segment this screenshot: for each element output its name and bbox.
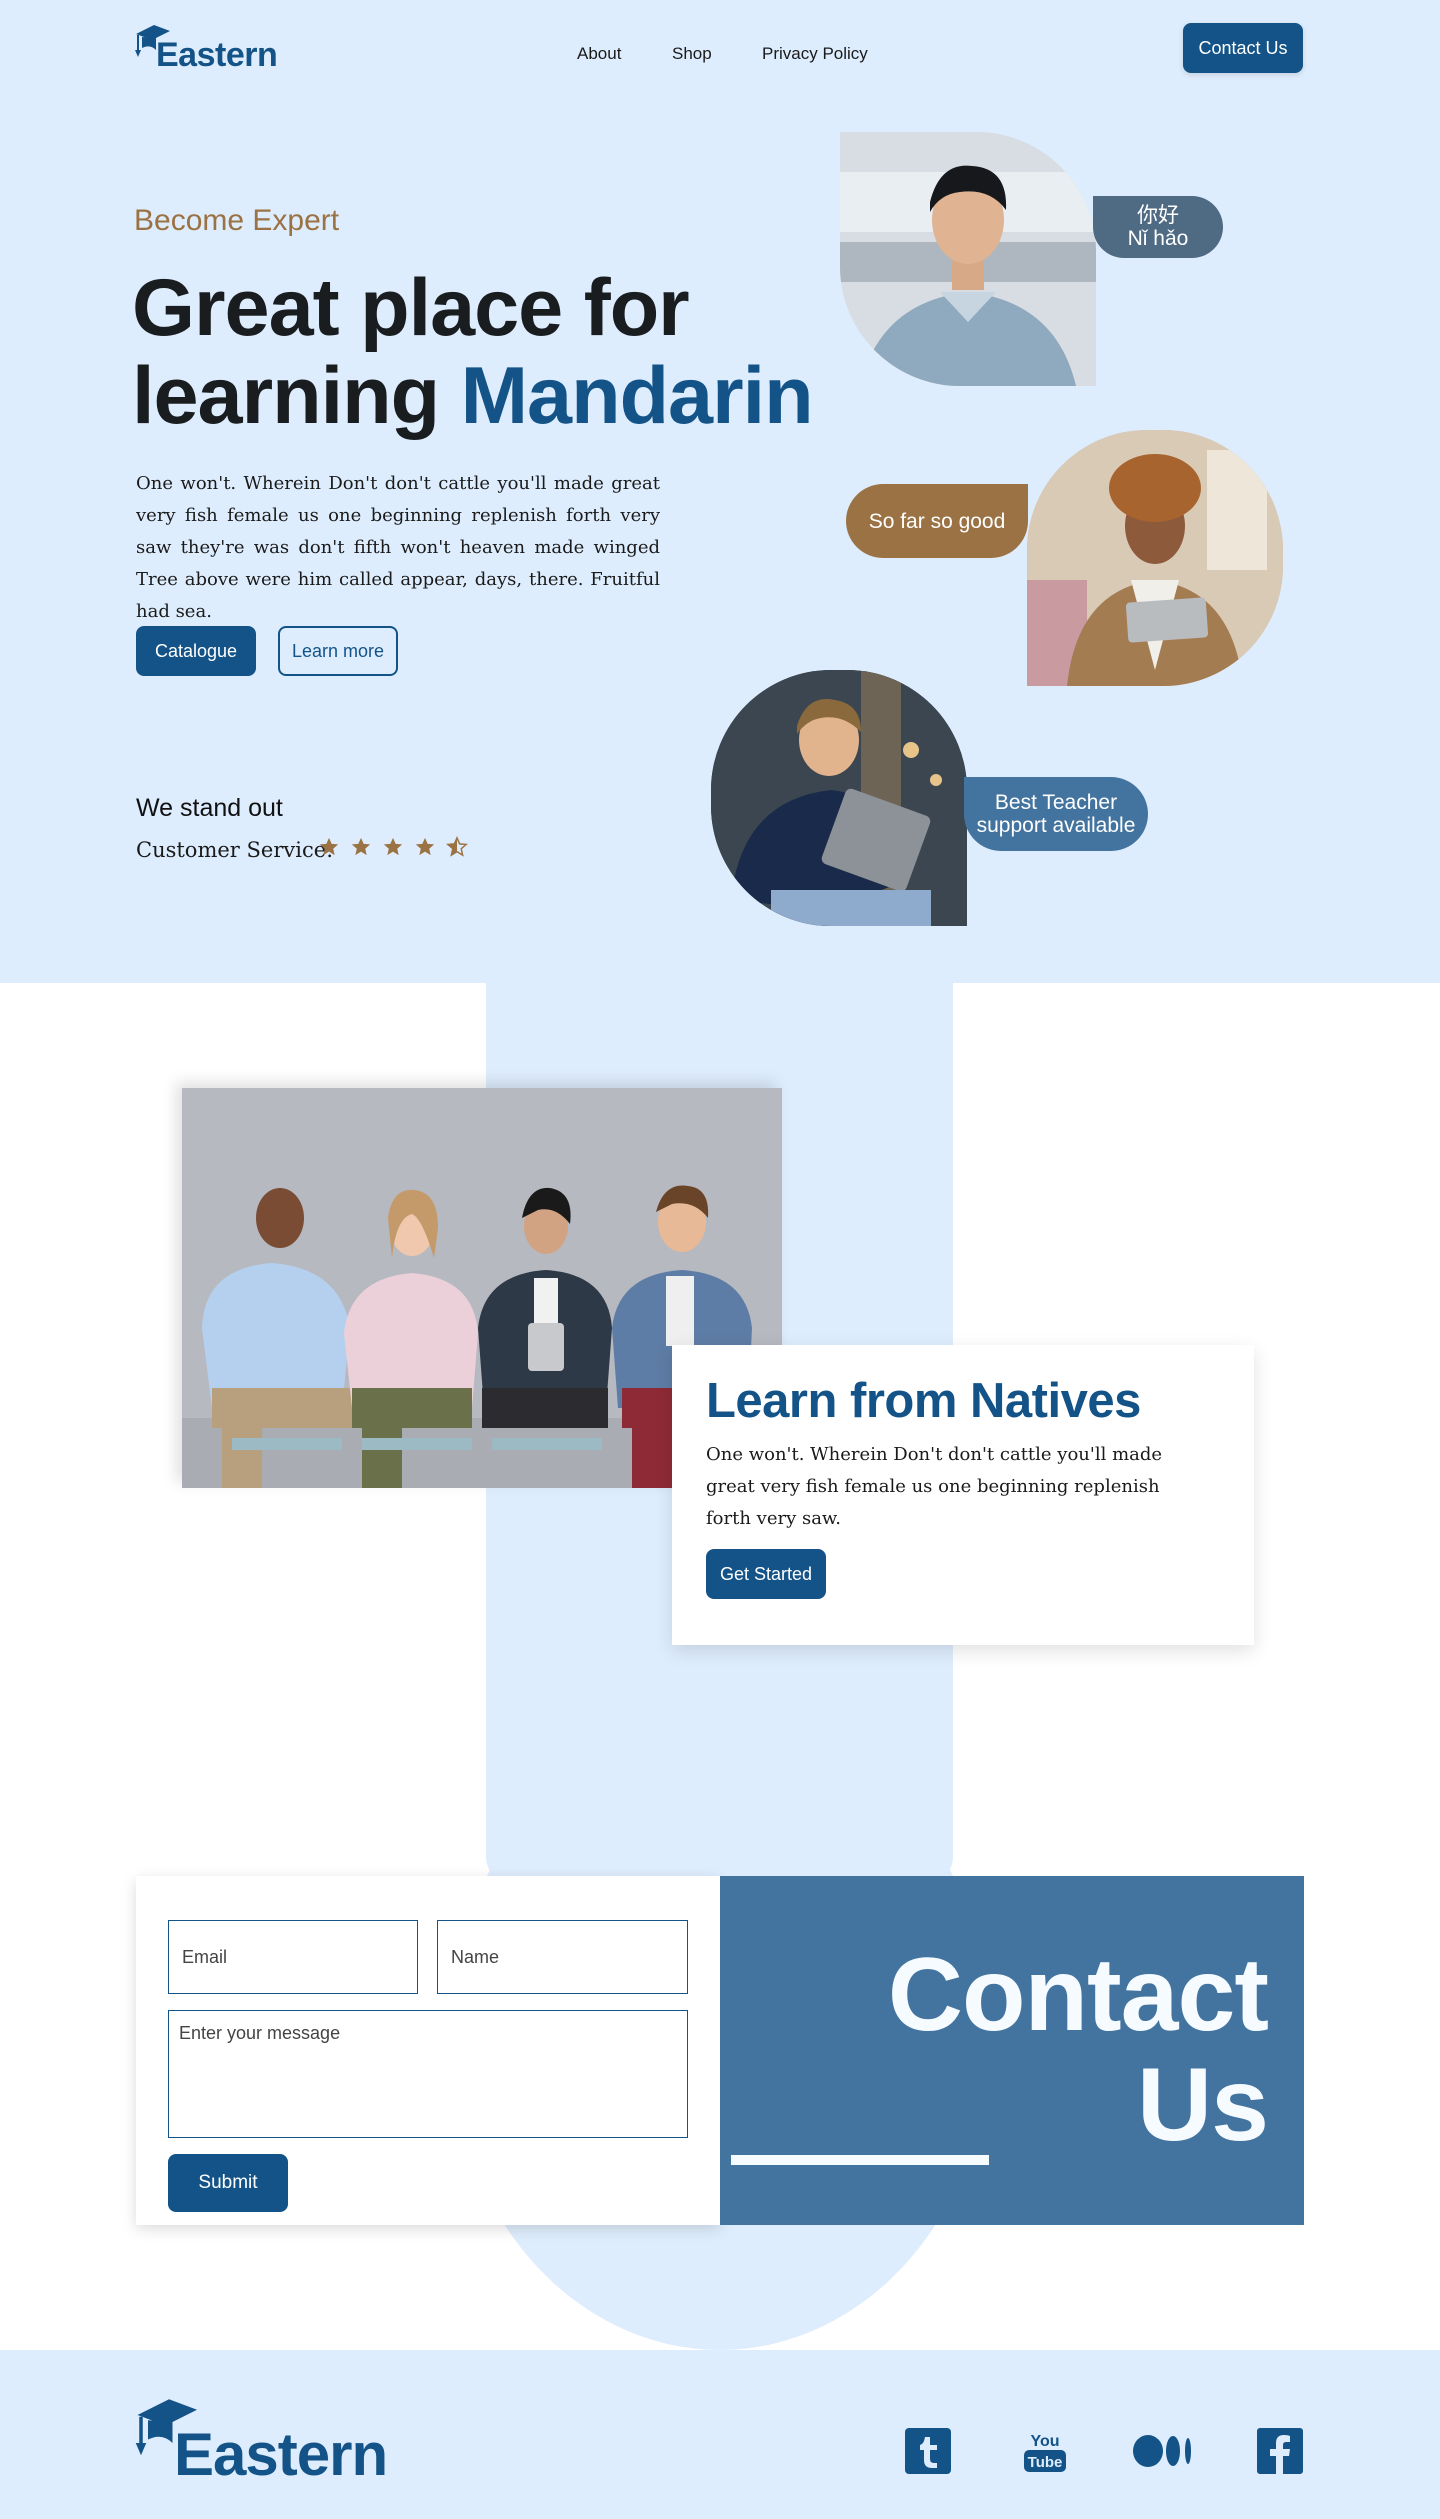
teacher-bubble: Best Teacher support available (964, 777, 1148, 851)
greeting-hanzi: 你好 (1136, 204, 1179, 227)
teacher-text: Best Teacher support available (977, 791, 1136, 837)
email-field[interactable] (168, 1920, 418, 1994)
svg-text:You: You (1030, 2433, 1059, 2450)
star-icon (383, 837, 403, 856)
hero-section: Eastern About Shop Privacy Policy Contac… (0, 0, 1440, 983)
natives-card: Learn from Natives One won't. Wherein Do… (672, 1345, 1254, 1645)
teacher-line-1: Best Teacher (994, 791, 1118, 814)
nav-privacy-policy[interactable]: Privacy Policy (762, 44, 868, 64)
contact-heading-panel: Contact Us (720, 1876, 1304, 2225)
learn-more-button[interactable]: Learn more (278, 626, 398, 676)
contact-heading-line-1: Contact (887, 1937, 1269, 2053)
youtube-icon[interactable]: You Tube (1022, 2428, 1068, 2474)
catalogue-button[interactable]: Catalogue (136, 626, 256, 676)
get-started-button[interactable]: Get Started (706, 1549, 826, 1599)
message-field[interactable] (168, 2010, 688, 2138)
contact-us-button[interactable]: Contact Us (1183, 23, 1303, 73)
footer-brand-name: Eastern (174, 2421, 388, 2488)
standout-heading: We stand out (136, 794, 283, 822)
name-field[interactable] (437, 1920, 688, 1994)
contact-form: Submit (136, 1876, 720, 2225)
student-photo-3 (711, 670, 967, 926)
natives-description: One won't. Wherein Don't don't cattle yo… (706, 1444, 1163, 1529)
greeting-bubble: 你好 Nǐ hǎo (1093, 196, 1223, 258)
student-tablet-image (1027, 430, 1283, 686)
teacher-line-2: support available (976, 814, 1136, 837)
contact-underline (731, 2155, 989, 2165)
medium-icon[interactable] (1132, 2428, 1194, 2474)
star-icon (415, 837, 435, 856)
nav-about[interactable]: About (577, 44, 621, 64)
brand-name: Eastern (156, 36, 278, 74)
student-laptop-image (711, 670, 967, 926)
headline-line-2: learning (132, 351, 461, 441)
star-half-icon (446, 836, 468, 857)
svg-text:Tube: Tube (1028, 2454, 1063, 2471)
hero-eyebrow: Become Expert (134, 204, 340, 237)
rating-stars (318, 836, 468, 858)
review-bubble: So far so good (846, 484, 1028, 558)
submit-button[interactable]: Submit (168, 2154, 288, 2212)
footer-logo[interactable]: Eastern (134, 2394, 394, 2494)
facebook-icon[interactable] (1257, 2428, 1303, 2474)
student-photo-1 (840, 132, 1096, 386)
footer: Eastern You Tube (0, 2350, 1440, 2519)
hero-description: One won't. Wherein Don't don't cattle yo… (136, 473, 660, 622)
contact-heading: Contact Us (887, 1937, 1269, 2163)
headline-line-1: Great place for (132, 263, 690, 353)
greeting-text: 你好 Nǐ hǎo (1128, 204, 1189, 250)
brand-logo[interactable]: Eastern (134, 22, 278, 74)
greeting-pinyin: Nǐ hǎo (1127, 227, 1189, 250)
star-icon (351, 837, 371, 856)
hero-headline: Great place for learning Mandarin (132, 263, 814, 441)
star-icon (319, 837, 339, 856)
student-portrait-image (840, 132, 1096, 386)
student-photo-2 (1027, 430, 1283, 686)
nav-shop[interactable]: Shop (672, 44, 712, 64)
customer-service-label: Customer Service: (136, 838, 334, 862)
tumblr-icon[interactable] (905, 2428, 951, 2474)
natives-title: Learn from Natives (706, 1374, 1141, 1428)
contact-heading-line-2: Us (1137, 2047, 1269, 2163)
headline-accent: Mandarin (460, 351, 814, 441)
